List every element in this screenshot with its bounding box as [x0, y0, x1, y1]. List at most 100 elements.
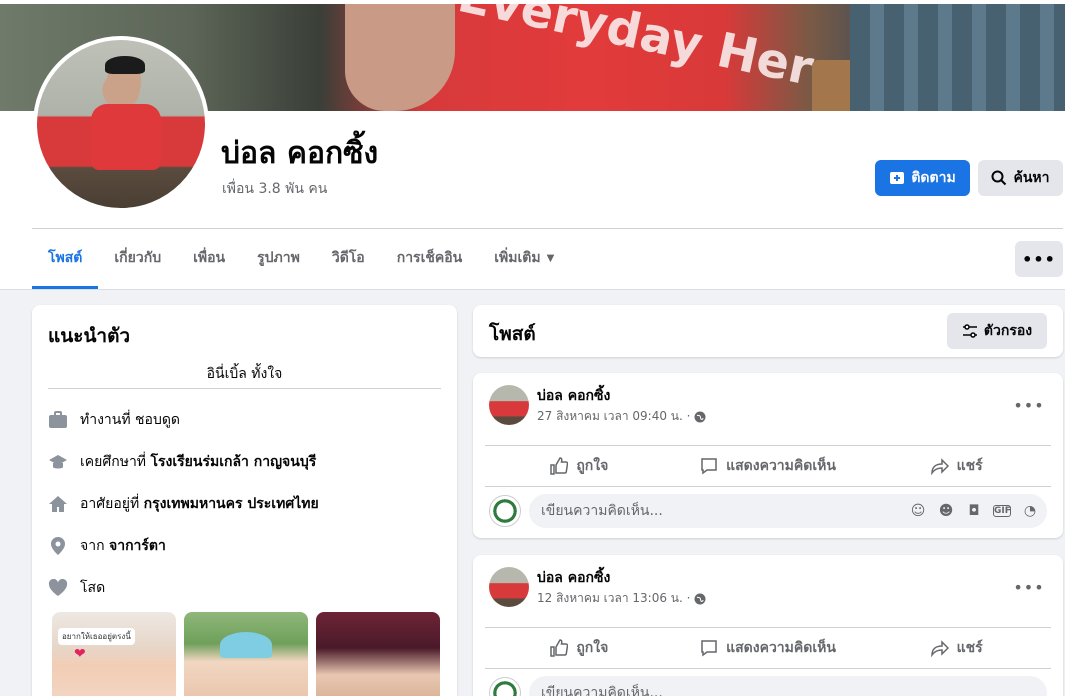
tab-videos[interactable]: วิดีโอ: [316, 228, 381, 288]
share-arrow-icon: [930, 640, 949, 657]
tab-posts[interactable]: โพสต์: [32, 228, 99, 289]
intro-work-text: ทำงานที่ ชอบดูด: [80, 409, 180, 431]
tab-about[interactable]: เกี่ยวกับ: [98, 228, 177, 288]
intro-divider: [48, 388, 441, 389]
intro-hometown-link[interactable]: จาการ์ตา: [109, 538, 166, 554]
follow-button[interactable]: ติดตาม: [875, 160, 970, 196]
intro-education: เคยศึกษาที่ โรงเรียนร่มเกล้า กาญจนบุรี: [48, 451, 316, 473]
sticker-icon[interactable]: ◔: [1021, 503, 1039, 519]
comment-button[interactable]: แสดงความคิดเห็น: [674, 629, 863, 667]
tab-label: โพสต์: [48, 250, 83, 266]
intro-relationship: โสด: [48, 577, 105, 599]
graduation-cap-icon: [48, 452, 68, 472]
cover-shirt-text: Everyday Her: [453, 4, 819, 97]
tab-photos[interactable]: รูปภาพ: [241, 228, 316, 288]
post-actions: ถูกใจ แสดงความคิดเห็น แชร์: [485, 629, 1051, 667]
featured-photos: อยากให้เธออยู่ตรงนี้ ❤: [52, 612, 440, 696]
like-button[interactable]: ถูกใจ: [485, 447, 674, 485]
post-author-avatar[interactable]: [489, 385, 529, 425]
follow-label: ติดตาม: [911, 170, 956, 186]
featured-photo-3[interactable]: [316, 612, 440, 696]
intro-lives-in: อาศัยอยู่ที่ กรุงเทพมหานคร ประเทศไทย: [48, 493, 319, 515]
intro-from-text: จาก จาการ์ตา: [80, 535, 166, 557]
tab-friends[interactable]: เพื่อน: [177, 228, 241, 288]
post-options-button[interactable]: •••: [1011, 387, 1047, 423]
post-author-name[interactable]: บ่อล คอกซิ้ง: [537, 567, 610, 589]
header-shadow: [0, 289, 1065, 290]
home-icon: [48, 494, 68, 514]
post-meta: 27 สิงหาคม เวลา 09:40 น. ·: [537, 407, 706, 426]
search-button[interactable]: ค้นหา: [978, 160, 1063, 196]
featured-photo-2[interactable]: [184, 612, 308, 696]
intro-work-prefix: ทำงานที่ ชอบดูด: [80, 412, 181, 428]
comment-tools: ☺ ☻ ◘ GIF ◔: [909, 494, 1039, 528]
like-label: ถูกใจ: [576, 640, 609, 656]
intro-education-prefix: เคยศึกษาที่: [80, 454, 151, 470]
share-arrow-icon: [930, 458, 949, 475]
post-author-avatar[interactable]: [489, 567, 529, 607]
avatar-shirt: [91, 104, 161, 170]
comment-placeholder: เขียนความคิดเห็น...: [541, 503, 663, 519]
post-actions: ถูกใจ แสดงความคิดเห็น แชร์: [485, 447, 1051, 485]
intro-from-prefix: จาก: [80, 538, 109, 554]
tab-label: เพิ่มเติม: [494, 250, 541, 266]
profile-name: บ่อล คอกซิ้ง: [221, 136, 379, 171]
intro-relationship-text: โสด: [80, 580, 106, 596]
globe-icon: [694, 411, 706, 422]
search-label: ค้นหา: [1013, 170, 1050, 186]
filter-sliders-icon: [962, 324, 977, 338]
more-options-button[interactable]: •••: [1015, 241, 1063, 277]
intro-work: ทำงานที่ ชอบดูด: [48, 409, 180, 431]
friends-count[interactable]: เพื่อน 3.8 พัน คน: [222, 178, 327, 200]
location-pin-icon: [48, 536, 68, 556]
briefcase-icon: [48, 410, 68, 430]
post-timestamp[interactable]: 27 สิงหาคม เวลา 09:40 น. ·: [537, 407, 690, 426]
post-options-button[interactable]: •••: [1011, 569, 1047, 605]
avatar-sticker-icon[interactable]: ☺: [909, 503, 927, 519]
tab-more[interactable]: เพิ่มเติม ▼: [478, 228, 570, 288]
heart-emoji-icon: ❤: [74, 646, 86, 662]
comment-input[interactable]: เขียนความคิดเห็น...: [529, 676, 1047, 696]
comment-input[interactable]: เขียนความคิดเห็น... ☺ ☻ ◘ GIF ◔: [529, 494, 1047, 528]
globe-icon: [694, 593, 706, 604]
tab-label: รูปภาพ: [257, 250, 300, 266]
viewer-avatar[interactable]: [489, 677, 521, 696]
search-icon: [991, 170, 1007, 186]
emoji-icon[interactable]: ☻: [937, 503, 955, 519]
intro-education-text: เคยศึกษาที่ โรงเรียนร่มเกล้า กาญจนบุรี: [80, 451, 316, 473]
intro-lives-text: อาศัยอยู่ที่ กรุงเทพมหานคร ประเทศไทย: [80, 493, 319, 515]
post-author-name[interactable]: บ่อล คอกซิ้ง: [537, 385, 610, 407]
share-button[interactable]: แชร์: [862, 629, 1051, 667]
comment-bubble-icon: [701, 640, 717, 657]
intro-school-link[interactable]: โรงเรียนร่มเกล้า กาญจนบุรี: [151, 454, 317, 470]
tab-checkins[interactable]: การเช็คอิน: [381, 228, 479, 288]
viewer-avatar[interactable]: [489, 495, 521, 527]
post-timestamp[interactable]: 12 สิงหาคม เวลา 13:06 น. ·: [537, 589, 690, 608]
post-card: บ่อล คอกซิ้ง 12 สิงหาคม เวลา 13:06 น. · …: [473, 555, 1063, 696]
baby-hat-shape: [220, 632, 272, 658]
comment-button[interactable]: แสดงความคิดเห็น: [674, 447, 863, 485]
profile-avatar[interactable]: [33, 36, 209, 212]
share-button[interactable]: แชร์: [862, 447, 1051, 485]
post-divider: [485, 486, 1051, 487]
intro-title: แนะนำตัว: [48, 325, 131, 347]
like-button[interactable]: ถูกใจ: [485, 629, 674, 667]
thumbs-up-icon: [550, 457, 569, 475]
gif-icon[interactable]: GIF: [993, 505, 1011, 517]
add-follow-icon: [890, 172, 905, 184]
intro-city-link[interactable]: กรุงเทพมหานคร ประเทศไทย: [144, 496, 319, 512]
post-meta: 12 สิงหาคม เวลา 13:06 น. ·: [537, 589, 706, 608]
tab-label: การเช็คอิน: [396, 250, 463, 266]
cover-table: [850, 4, 1065, 111]
post-divider: [485, 668, 1051, 669]
camera-icon[interactable]: ◘: [965, 503, 983, 519]
post-divider: [485, 627, 1051, 628]
posts-header-card: โพสต์ ตัวกรอง: [473, 305, 1063, 357]
featured-photo-1[interactable]: อยากให้เธออยู่ตรงนี้ ❤: [52, 612, 176, 696]
tab-label: วิดีโอ: [331, 250, 365, 266]
heart-icon: [48, 578, 68, 598]
post-card: บ่อล คอกซิ้ง 27 สิงหาคม เวลา 09:40 น. · …: [473, 373, 1063, 538]
filter-button[interactable]: ตัวกรอง: [947, 313, 1047, 349]
posts-title: โพสต์: [489, 323, 536, 345]
comment-composer: เขียนความคิดเห็น...: [489, 676, 1047, 696]
